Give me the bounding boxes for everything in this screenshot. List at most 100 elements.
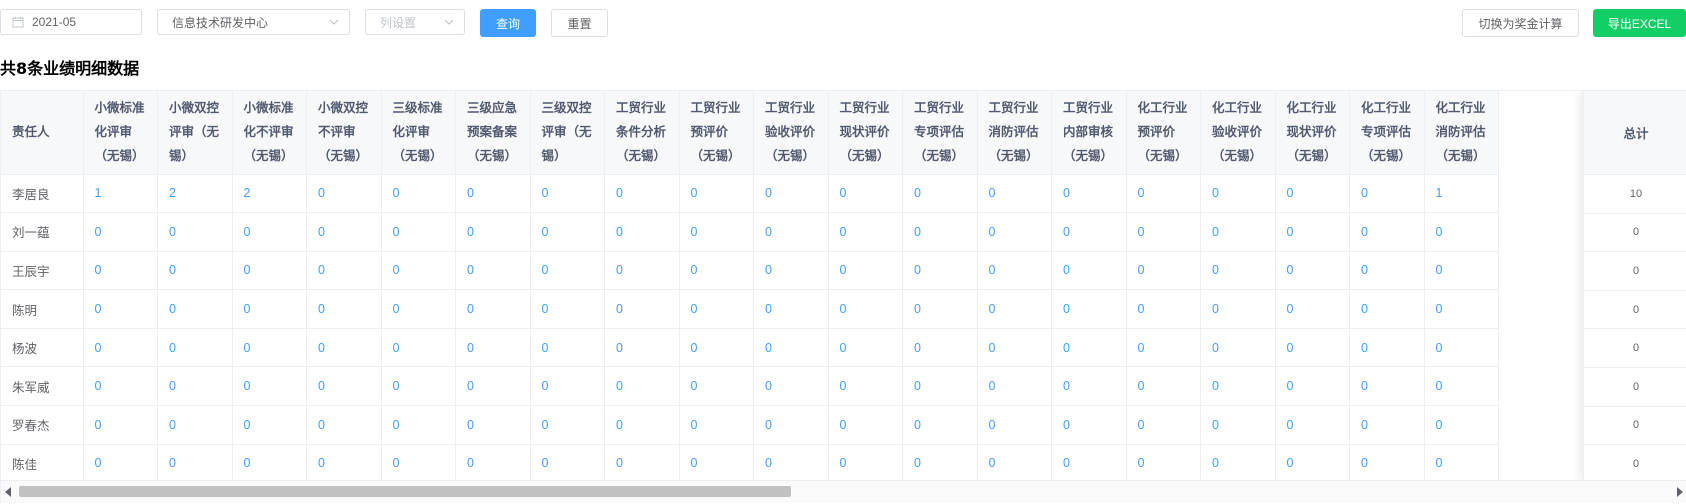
count-link[interactable]: 0 bbox=[83, 251, 158, 291]
count-link[interactable]: 0 bbox=[306, 289, 382, 329]
count-link[interactable]: 0 bbox=[232, 212, 307, 252]
count-link[interactable]: 0 bbox=[530, 444, 605, 484]
count-link[interactable]: 0 bbox=[604, 251, 680, 291]
count-link[interactable]: 0 bbox=[604, 366, 680, 407]
count-link[interactable]: 0 bbox=[977, 174, 1052, 214]
count-link[interactable]: 0 bbox=[977, 289, 1052, 329]
count-link[interactable]: 0 bbox=[232, 444, 307, 484]
count-link[interactable]: 0 bbox=[1349, 212, 1425, 252]
count-link[interactable]: 0 bbox=[1126, 174, 1201, 214]
count-link[interactable]: 0 bbox=[306, 251, 382, 291]
count-link[interactable]: 0 bbox=[381, 251, 456, 291]
count-link[interactable]: 0 bbox=[381, 405, 456, 445]
count-link[interactable]: 0 bbox=[828, 174, 903, 214]
count-link[interactable]: 1 bbox=[83, 174, 158, 214]
count-link[interactable]: 0 bbox=[1275, 366, 1350, 407]
count-link[interactable]: 0 bbox=[1200, 251, 1276, 291]
count-link[interactable]: 0 bbox=[679, 251, 754, 291]
count-link[interactable]: 0 bbox=[1424, 405, 1499, 445]
count-link[interactable]: 0 bbox=[306, 444, 382, 484]
count-link[interactable]: 0 bbox=[1126, 289, 1201, 329]
count-link[interactable]: 0 bbox=[753, 251, 829, 291]
count-link[interactable]: 0 bbox=[455, 328, 531, 368]
count-link[interactable]: 0 bbox=[828, 212, 903, 252]
count-link[interactable]: 0 bbox=[753, 289, 829, 329]
date-picker[interactable]: 2021-05 bbox=[0, 9, 142, 35]
count-link[interactable]: 0 bbox=[1275, 328, 1350, 368]
count-link[interactable]: 0 bbox=[977, 366, 1052, 407]
count-link[interactable]: 0 bbox=[1349, 405, 1425, 445]
count-link[interactable]: 0 bbox=[1200, 289, 1276, 329]
count-link[interactable]: 0 bbox=[753, 444, 829, 484]
count-link[interactable]: 0 bbox=[828, 289, 903, 329]
count-link[interactable]: 0 bbox=[1349, 289, 1425, 329]
count-link[interactable]: 2 bbox=[232, 174, 307, 214]
count-link[interactable]: 0 bbox=[977, 328, 1052, 368]
count-link[interactable]: 0 bbox=[1424, 251, 1499, 291]
count-link[interactable]: 0 bbox=[1424, 366, 1499, 407]
count-link[interactable]: 0 bbox=[1126, 251, 1201, 291]
count-link[interactable]: 0 bbox=[306, 366, 382, 407]
count-link[interactable]: 0 bbox=[232, 328, 307, 368]
count-link[interactable]: 0 bbox=[455, 289, 531, 329]
count-link[interactable]: 0 bbox=[530, 328, 605, 368]
count-link[interactable]: 0 bbox=[977, 405, 1052, 445]
count-link[interactable]: 0 bbox=[530, 251, 605, 291]
scroll-left-arrow-icon[interactable] bbox=[5, 487, 11, 497]
count-link[interactable]: 0 bbox=[828, 328, 903, 368]
count-link[interactable]: 0 bbox=[902, 328, 978, 368]
department-select[interactable]: 信息技术研发中心 bbox=[157, 9, 350, 35]
count-link[interactable]: 0 bbox=[1275, 444, 1350, 484]
count-link[interactable]: 0 bbox=[157, 212, 233, 252]
count-link[interactable]: 0 bbox=[83, 405, 158, 445]
count-link[interactable]: 0 bbox=[530, 174, 605, 214]
count-link[interactable]: 0 bbox=[1275, 405, 1350, 445]
count-link[interactable]: 0 bbox=[83, 328, 158, 368]
count-link[interactable]: 0 bbox=[1275, 251, 1350, 291]
count-link[interactable]: 0 bbox=[1200, 405, 1276, 445]
count-link[interactable]: 0 bbox=[902, 289, 978, 329]
count-link[interactable]: 0 bbox=[1200, 328, 1276, 368]
count-link[interactable]: 0 bbox=[679, 289, 754, 329]
column-settings-select[interactable]: 列设置 bbox=[365, 9, 465, 35]
count-link[interactable]: 0 bbox=[977, 251, 1052, 291]
count-link[interactable]: 0 bbox=[679, 405, 754, 445]
count-link[interactable]: 0 bbox=[306, 405, 382, 445]
count-link[interactable]: 0 bbox=[679, 328, 754, 368]
count-link[interactable]: 0 bbox=[157, 251, 233, 291]
count-link[interactable]: 0 bbox=[1126, 366, 1201, 407]
count-link[interactable]: 0 bbox=[381, 366, 456, 407]
count-link[interactable]: 0 bbox=[753, 405, 829, 445]
count-link[interactable]: 0 bbox=[902, 251, 978, 291]
count-link[interactable]: 0 bbox=[1349, 444, 1425, 484]
count-link[interactable]: 0 bbox=[1051, 212, 1127, 252]
count-link[interactable]: 0 bbox=[604, 289, 680, 329]
count-link[interactable]: 0 bbox=[83, 212, 158, 252]
switch-bonus-button[interactable]: 切换为奖金计算 bbox=[1462, 9, 1579, 37]
count-link[interactable]: 0 bbox=[306, 328, 382, 368]
count-link[interactable]: 0 bbox=[157, 328, 233, 368]
count-link[interactable]: 0 bbox=[1051, 328, 1127, 368]
count-link[interactable]: 0 bbox=[1424, 289, 1499, 329]
count-link[interactable]: 0 bbox=[753, 212, 829, 252]
count-link[interactable]: 0 bbox=[1275, 289, 1350, 329]
count-link[interactable]: 0 bbox=[455, 212, 531, 252]
count-link[interactable]: 0 bbox=[306, 174, 382, 214]
count-link[interactable]: 0 bbox=[157, 444, 233, 484]
scrollbar-thumb[interactable] bbox=[19, 486, 791, 497]
count-link[interactable]: 0 bbox=[828, 366, 903, 407]
count-link[interactable]: 0 bbox=[902, 444, 978, 484]
count-link[interactable]: 0 bbox=[381, 444, 456, 484]
count-link[interactable]: 0 bbox=[1200, 212, 1276, 252]
count-link[interactable]: 0 bbox=[1200, 444, 1276, 484]
count-link[interactable]: 0 bbox=[902, 174, 978, 214]
count-link[interactable]: 0 bbox=[83, 444, 158, 484]
count-link[interactable]: 0 bbox=[604, 405, 680, 445]
count-link[interactable]: 0 bbox=[1051, 289, 1127, 329]
count-link[interactable]: 0 bbox=[455, 405, 531, 445]
count-link[interactable]: 0 bbox=[679, 212, 754, 252]
count-link[interactable]: 0 bbox=[455, 174, 531, 214]
count-link[interactable]: 0 bbox=[1126, 405, 1201, 445]
count-link[interactable]: 0 bbox=[1126, 212, 1201, 252]
count-link[interactable]: 0 bbox=[1051, 366, 1127, 407]
